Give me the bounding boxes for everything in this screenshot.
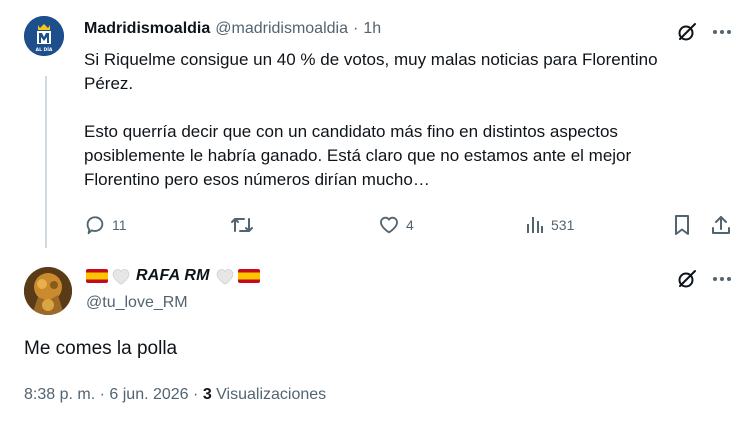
separator-dot: ·: [193, 386, 199, 403]
more-icon: [713, 30, 731, 34]
thread-connector-line: [45, 76, 47, 248]
tweet-text-line: Florentino pero esos números dirían much…: [84, 170, 430, 189]
separator-dot: ·: [352, 20, 359, 37]
tweet-text-line: Pérez.: [84, 74, 134, 93]
heart-white-icon: [215, 267, 235, 285]
tweet-text: Me comes la polla: [24, 338, 178, 359]
spain-flag-icon: [86, 269, 108, 283]
separator-dot: ·: [99, 386, 105, 403]
tweet-text: Si Riquelme consigue un 40 % de votos, m…: [84, 48, 724, 192]
display-name[interactable]: RAFA RM: [86, 267, 260, 285]
like-button[interactable]: 4: [378, 210, 414, 240]
heart-white-icon: [111, 267, 131, 285]
bookmark-icon: [675, 215, 689, 235]
reply-icon: [86, 216, 104, 235]
display-name[interactable]: Madridismoaldia: [84, 20, 210, 38]
avatar-image-icon: [24, 267, 72, 315]
tweet-header: Madridismoaldia @madridismoaldia · 1h: [84, 20, 381, 38]
grok-icon: [678, 270, 696, 288]
retweet-icon: [231, 218, 253, 232]
share-icon: [712, 216, 730, 234]
more-options-button[interactable]: [710, 268, 734, 290]
display-name-text: RAFA RM: [136, 267, 210, 284]
action-bar: 11 4 531: [84, 210, 736, 240]
share-button[interactable]: [710, 210, 732, 240]
like-icon: [380, 216, 398, 234]
grok-button[interactable]: [676, 268, 698, 290]
views-count: 3: [202, 386, 212, 403]
tweet-text-line: Si Riquelme consigue un 40 % de votos, m…: [84, 50, 658, 69]
post-date[interactable]: 6 jun. 2026: [109, 386, 188, 403]
reply-button[interactable]: 11: [84, 210, 127, 240]
tweet-metadata: 8:38 p. m. · 6 jun. 2026 · 3 Visualizaci…: [24, 386, 326, 404]
madridismo-logo-icon: AL DÍA: [24, 16, 64, 56]
views-count: 531: [551, 217, 575, 233]
tweet-text-line: posiblemente le habría ganado. Está clar…: [84, 146, 632, 165]
reply-count: 11: [112, 217, 127, 233]
views-icon: [527, 217, 543, 233]
post-time[interactable]: 8:38 p. m.: [24, 386, 95, 403]
like-count: 4: [406, 217, 414, 233]
retweet-button[interactable]: [230, 210, 260, 240]
grok-button[interactable]: [676, 21, 698, 43]
views-label: Visualizaciones: [216, 386, 327, 403]
avatar[interactable]: AL DÍA: [24, 16, 64, 56]
bookmark-button[interactable]: [672, 210, 692, 240]
avatar[interactable]: [24, 267, 72, 315]
views-button[interactable]: 531: [525, 210, 574, 240]
spain-flag-icon: [237, 269, 260, 283]
more-icon: [713, 277, 731, 281]
tweet-text-line: Esto querría decir que con un candidato …: [84, 122, 618, 141]
grok-icon: [678, 23, 696, 41]
user-handle[interactable]: @madridismoaldia: [215, 20, 348, 38]
timestamp[interactable]: 1h: [363, 20, 381, 38]
user-handle[interactable]: @tu_love_RM: [86, 294, 188, 312]
more-options-button[interactable]: [710, 21, 734, 43]
